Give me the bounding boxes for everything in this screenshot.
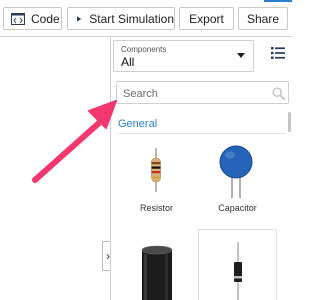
component-diode[interactable] — [198, 229, 277, 300]
accent-bar — [264, 0, 292, 2]
share-button[interactable]: Share — [238, 7, 288, 30]
share-label: Share — [246, 11, 280, 26]
code-icon — [11, 12, 25, 25]
diode-icon — [234, 242, 242, 300]
panel-scrollbar[interactable] — [288, 112, 291, 132]
component-label: Capacitor — [218, 203, 257, 213]
components-dropdown[interactable]: Components All — [113, 40, 254, 72]
dropdown-value: All — [121, 55, 135, 69]
code-label: Code — [31, 11, 60, 26]
toolbar: Code Start Simulation Export Share — [0, 0, 292, 37]
resistor-icon — [151, 148, 161, 192]
electrolytic-capacitor-icon — [141, 245, 173, 300]
search-input[interactable] — [123, 86, 263, 101]
code-button[interactable]: Code — [3, 7, 62, 30]
play-icon — [77, 15, 82, 22]
workspace-canvas[interactable] — [0, 37, 109, 300]
section-title-general: General — [118, 118, 158, 130]
list-view-icon[interactable] — [270, 45, 286, 61]
start-simulation-label: Start Simulation — [89, 11, 174, 26]
search-box — [116, 81, 289, 104]
section-divider — [116, 133, 286, 134]
start-simulation-button[interactable]: Start Simulation — [67, 7, 175, 30]
export-button[interactable]: Export — [179, 7, 234, 30]
component-electrolytic-capacitor[interactable] — [117, 229, 196, 300]
capacitor-icon — [219, 145, 253, 198]
search-icon[interactable] — [272, 87, 285, 100]
chevron-down-icon — [237, 53, 245, 58]
component-capacitor[interactable]: Capacitor — [198, 140, 277, 226]
dropdown-label: Components — [121, 45, 167, 54]
component-label: Resistor — [139, 203, 173, 213]
export-label: Export — [189, 11, 224, 26]
component-resistor[interactable]: Resistor — [117, 140, 196, 226]
